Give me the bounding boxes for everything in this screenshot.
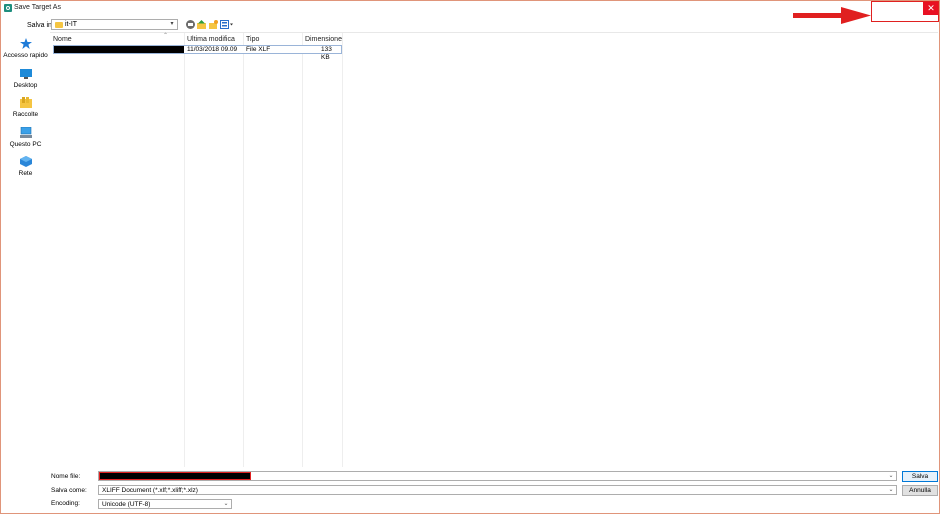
sort-ascending-icon: ⌃	[163, 33, 169, 39]
redacted-filename	[54, 46, 184, 53]
column-header-name[interactable]: Nome	[53, 36, 72, 43]
save-button[interactable]: Salva	[902, 471, 938, 482]
filename-label: Nome file:	[51, 473, 81, 480]
sidebar-item-label: Questo PC	[9, 141, 42, 148]
annotation-arrow-icon	[793, 7, 871, 24]
filename-field[interactable]: ⌄	[98, 471, 897, 481]
sidebar-item-network[interactable]: Rete	[2, 156, 49, 177]
new-folder-icon[interactable]	[209, 20, 218, 29]
column-header-type[interactable]: Tipo	[246, 36, 259, 43]
column-divider	[243, 33, 244, 468]
save-form: Nome file: ⌄ Salva Salva come: XLIFF Doc…	[2, 467, 939, 513]
sidebar-item-label: Rete	[18, 170, 33, 177]
save-as-type-label: Salva come:	[51, 487, 87, 494]
view-menu-icon[interactable]	[220, 20, 234, 29]
libraries-icon	[19, 97, 32, 108]
encoding-dropdown[interactable]: Unicode (UTF-8) ⌄	[98, 499, 232, 509]
column-header-modified[interactable]: Ultima modifica	[187, 36, 235, 43]
sidebar-item-label: Raccolte	[12, 111, 39, 118]
save-as-type-value: XLIFF Document (*.xlf;*.xliff;*.xlz)	[102, 487, 198, 494]
save-in-dropdown[interactable]: it-IT ▾	[51, 19, 178, 30]
network-icon	[19, 156, 32, 167]
desktop-icon	[19, 69, 32, 79]
up-folder-icon[interactable]	[197, 20, 206, 29]
sidebar-item-this-pc[interactable]: Questo PC	[2, 126, 49, 148]
cancel-button[interactable]: Annulla	[902, 485, 938, 496]
column-divider	[342, 33, 343, 468]
table-row[interactable]: 11/03/2018 09.09 File XLF 133 KB	[53, 45, 342, 61]
app-icon	[4, 4, 12, 12]
folder-icon	[55, 22, 63, 28]
redacted-filename-input	[99, 472, 251, 480]
sidebar-item-label: Accesso rapido	[3, 52, 48, 59]
save-dialog: Save Target As ✕ Salva in: it-IT ▾ Acces…	[0, 0, 940, 514]
column-divider	[302, 33, 303, 468]
chevron-down-icon: ▾	[170, 21, 174, 27]
encoding-label: Encoding:	[51, 500, 80, 507]
sidebar-item-desktop[interactable]: Desktop	[2, 68, 49, 89]
sidebar-item-libraries[interactable]: Raccolte	[2, 97, 49, 118]
back-icon[interactable]	[186, 20, 195, 29]
column-header-size[interactable]: Dimensione	[305, 36, 342, 43]
chevron-down-icon: ⌄	[223, 501, 229, 507]
save-in-label: Salva in:	[27, 22, 54, 29]
annotation-highlight-box	[871, 1, 939, 22]
file-list[interactable]: ⌃ Nome Ultima modifica Tipo Dimensione 1…	[50, 32, 938, 468]
places-sidebar: Accesso rapido Desktop Raccolte Questo P…	[2, 31, 49, 467]
column-divider	[184, 33, 185, 468]
save-as-type-dropdown[interactable]: XLIFF Document (*.xlf;*.xliff;*.xlz) ⌄	[98, 485, 897, 495]
file-modified: 11/03/2018 09.09	[187, 46, 238, 53]
sidebar-item-label: Desktop	[13, 82, 38, 89]
file-size: 133 KB	[321, 46, 332, 61]
save-in-value: it-IT	[65, 21, 78, 28]
file-type: File XLF	[246, 46, 271, 53]
chevron-down-icon: ⌄	[888, 487, 894, 493]
star-icon	[19, 38, 32, 49]
computer-icon	[19, 126, 32, 138]
encoding-value: Unicode (UTF-8)	[102, 501, 151, 508]
chevron-down-icon[interactable]: ⌄	[887, 472, 895, 480]
sidebar-item-quick-access[interactable]: Accesso rapido	[2, 38, 49, 59]
window-title: Save Target As	[14, 4, 61, 11]
